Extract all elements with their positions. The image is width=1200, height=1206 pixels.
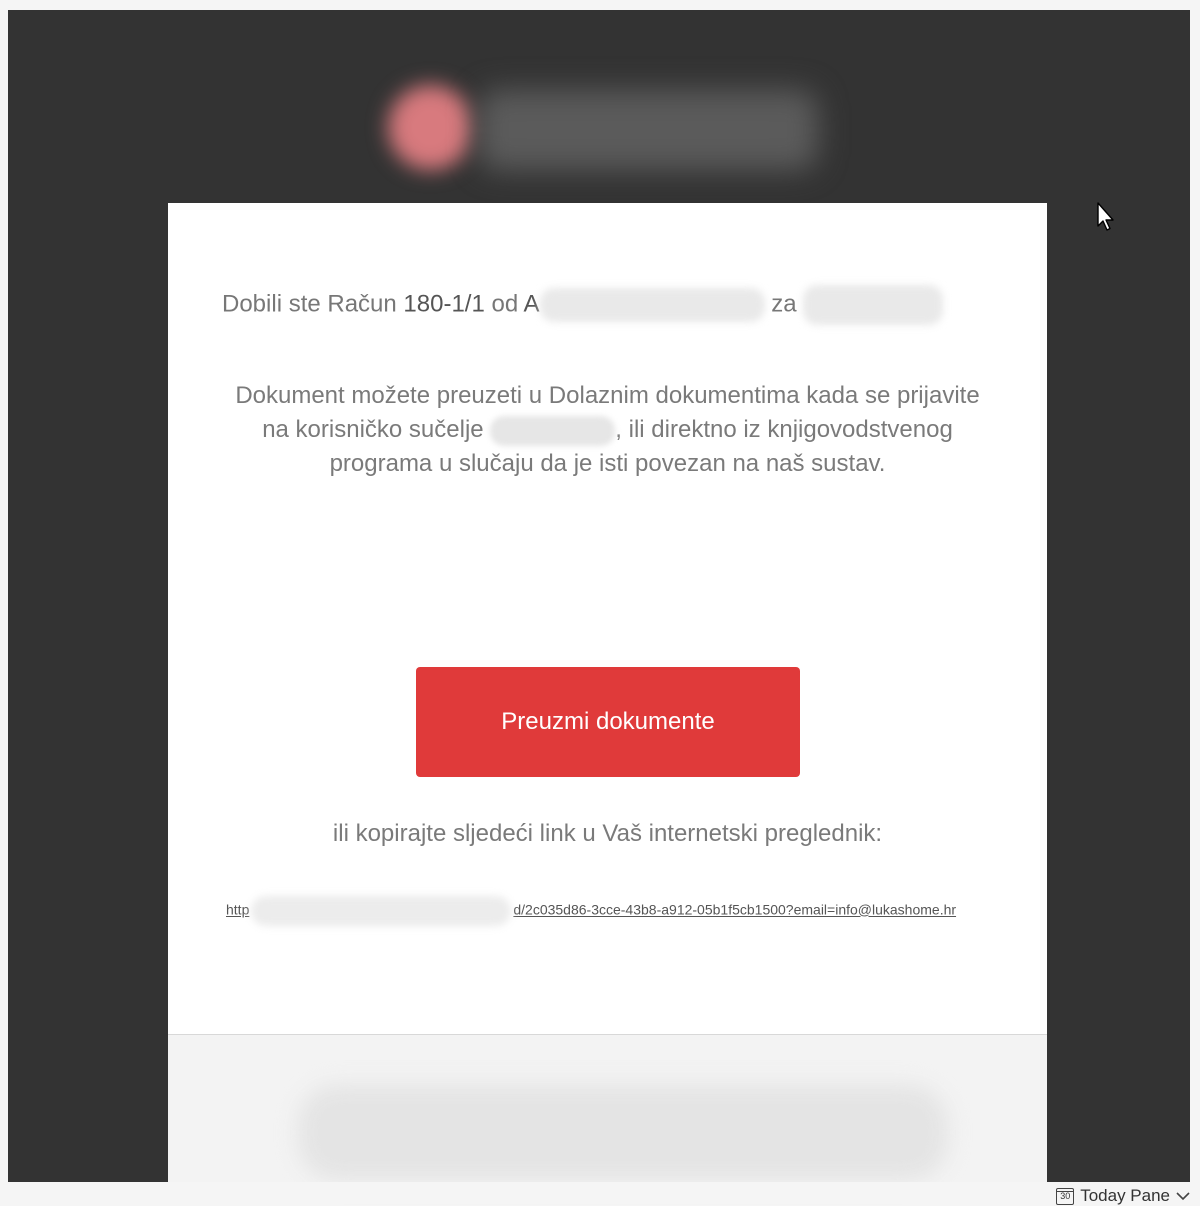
for-word: za: [771, 290, 797, 318]
logo-mark-redacted: [388, 85, 473, 170]
document-link[interactable]: http d/2c035d86-3cce-43b8-a912-05b1f5cb15…: [226, 896, 988, 926]
chevron-down-icon: [1176, 1192, 1190, 1201]
logo-wordmark-redacted: [478, 90, 818, 170]
email-card: Dobili ste Račun 180-1/1 od A za Dokumen…: [168, 203, 1047, 1192]
footer-text-redacted: [298, 1085, 948, 1180]
recipient-redacted: [803, 285, 944, 325]
link-domain-redacted: [251, 896, 512, 926]
sender-logo-redacted: [388, 55, 838, 175]
today-pane-toggle[interactable]: 30 Today Pane: [1056, 1186, 1190, 1206]
from-word: od: [491, 290, 519, 318]
email-footer: [168, 1035, 1047, 1192]
status-bar: 30 Today Pane: [0, 1182, 1200, 1206]
invoice-number: 180-1/1: [403, 290, 485, 318]
today-pane-label: Today Pane: [1080, 1186, 1170, 1205]
calendar-icon: 30: [1056, 1187, 1075, 1205]
invoice-heading: Dobili ste Račun 180-1/1 od A za: [222, 285, 944, 325]
arrow-cursor-icon: [1097, 202, 1114, 231]
sender-name-redacted: [539, 288, 765, 322]
link-prefix: http: [226, 901, 250, 918]
greeting-prefix: Dobili ste Račun: [222, 290, 397, 318]
instructions-paragraph: Dokument možete preuzeti u Dolaznim doku…: [228, 379, 987, 481]
portal-name-redacted: [490, 415, 616, 446]
email-frame: Dobili ste Račun 180-1/1 od A za Dokumen…: [8, 10, 1190, 1192]
download-documents-button[interactable]: Preuzmi dokumente: [416, 667, 800, 777]
sender-initial: A: [523, 290, 540, 318]
link-suffix: d/2c035d86-3cce-43b8-a912-05b1f5cb1500?e…: [513, 901, 957, 918]
copy-link-instruction: ili kopirajte sljedeći link u Vaš intern…: [332, 820, 883, 847]
